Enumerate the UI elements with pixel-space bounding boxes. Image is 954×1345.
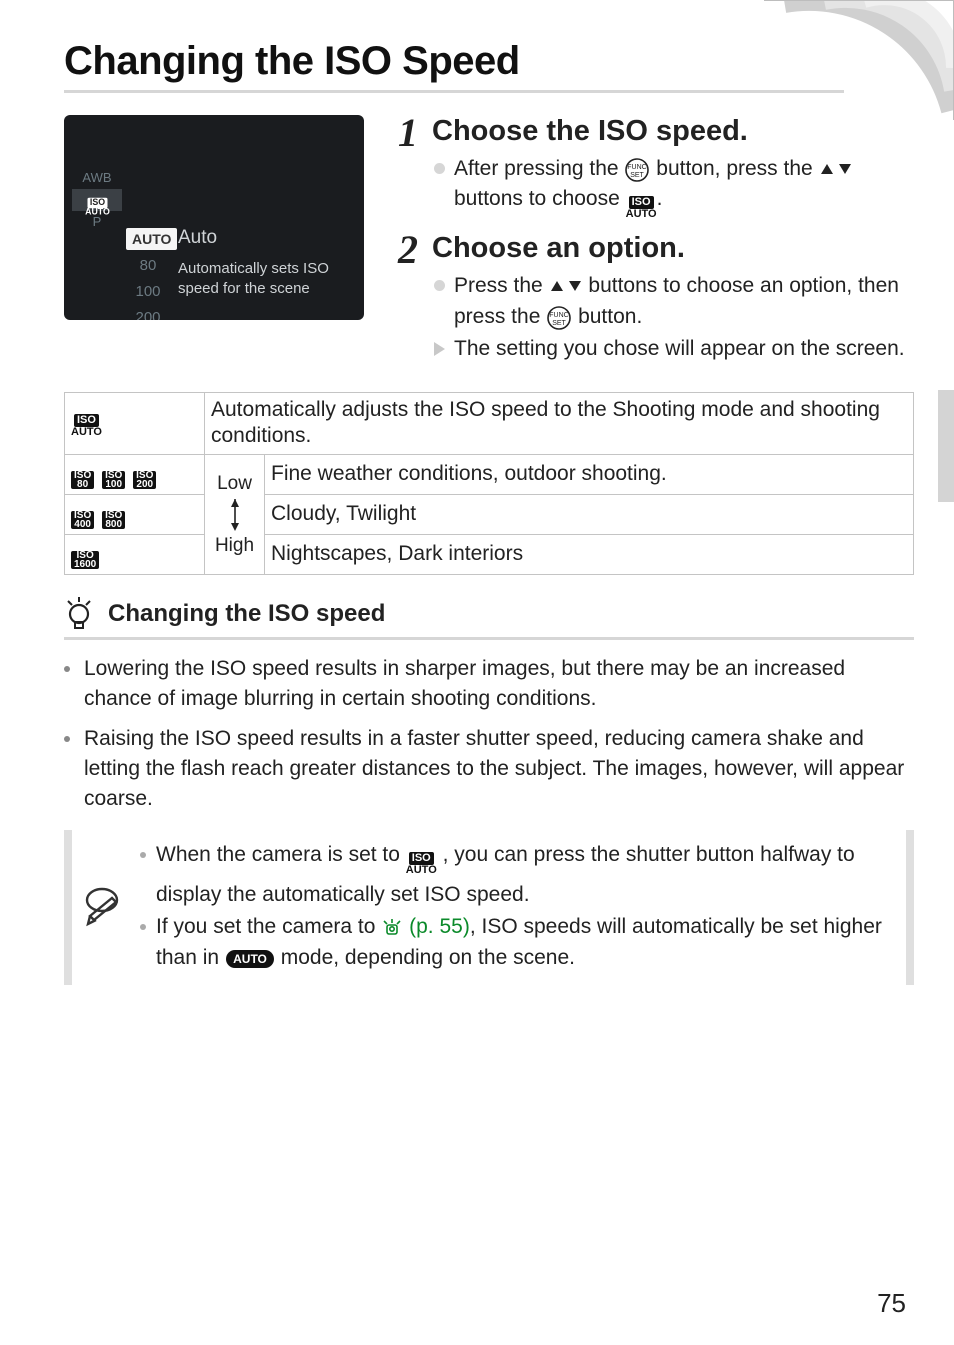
step-2-heading: Choose an option. [432,232,914,265]
step-1-heading: Choose the ISO speed. [432,115,914,148]
iso-auto-icon: ISOAUTO [626,196,657,224]
table-cell-low-high-scale: Low High [205,455,265,575]
lcd-right-desc-2: speed for the scene [178,279,354,299]
up-down-icon [819,154,853,184]
func-set-icon: FUNCSET [624,154,650,184]
up-down-icon [549,272,583,302]
note-box: When the camera is set to ISOAUTO , you … [64,830,914,985]
hint-underline [64,637,914,640]
lcd-right-desc-1: Automatically sets ISO [178,259,354,279]
svg-text:SET: SET [552,320,566,327]
step-2-bullet-1: Press the buttons to choose an option, t… [432,271,914,332]
table-cell-iso-high-icons: ISO1600 [65,535,205,575]
auto-mode-pill-icon: AUTO [225,943,275,973]
step-2-result: The setting you chose will appear on the… [432,334,914,364]
table-cell-high-desc: Nightscapes, Dark interiors [265,535,914,575]
camera-lcd-screenshot: AWB ISOAUTO P AUTO 80 100 200 Auto Autom… [64,115,364,320]
svg-text:FUNC: FUNC [549,312,568,319]
hint-heading: Changing the ISO speed [108,600,385,628]
step-number-1: 1 1 [388,109,428,156]
lcd-left-item [72,123,122,145]
table-cell-iso-low-icons: ISO80 ISO100 ISO200 [65,455,205,495]
page-title: Changing the ISO Speed [64,40,914,88]
hint-bullet-list: Lowering the ISO speed results in sharpe… [64,654,914,814]
lcd-left-item [72,145,122,167]
table-cell-iso-mid-icons: ISO400 ISO800 [65,495,205,535]
hint-bullet-1: Lowering the ISO speed results in sharpe… [64,654,914,714]
low-light-scene-icon [381,913,403,943]
note-item-2: If you set the camera to (p. 55), ISO sp… [140,912,892,973]
table-cell-mid-desc: Cloudy, Twilight [265,495,914,535]
lcd-right-title: Auto [178,227,354,249]
hint-bullet-2: Raising the ISO speed results in a faste… [64,724,914,814]
func-set-icon: FUNCSET [546,302,572,332]
step-number-2: 2 2 [388,226,428,273]
svg-text:AUTO: AUTO [233,952,267,966]
hint-lightbulb-icon [64,597,94,631]
svg-text:SET: SET [631,172,645,179]
iso-auto-icon: ISOAUTO [406,852,437,880]
iso-reference-table: ISOAUTO Automatically adjusts the ISO sp… [64,392,914,575]
note-item-1: When the camera is set to ISOAUTO , you … [140,840,892,910]
lcd-mid-item: 80 [126,253,170,279]
lcd-mid-item: 100 [126,279,170,305]
svg-text:FUNC: FUNC [628,164,647,171]
lcd-mid-item: 200 [126,305,170,320]
table-cell-iso-auto-icon: ISOAUTO [65,393,205,455]
table-cell-auto-desc: Automatically adjusts the ISO speed to t… [205,393,914,455]
table-cell-low-desc: Fine weather conditions, outdoor shootin… [265,455,914,495]
lcd-left-item-selected: ISOAUTO [72,189,122,211]
lcd-auto-badge: AUTO [126,228,177,250]
page-link[interactable]: (p. 55) [409,915,470,938]
lcd-left-item [72,233,122,255]
pencil-note-icon [82,886,122,930]
title-underline [64,90,844,93]
step-1-bullet: After pressing the FUNCSET button, press… [432,154,914,224]
lcd-left-item: AWB [72,167,122,189]
page-number: 75 [877,1288,906,1319]
